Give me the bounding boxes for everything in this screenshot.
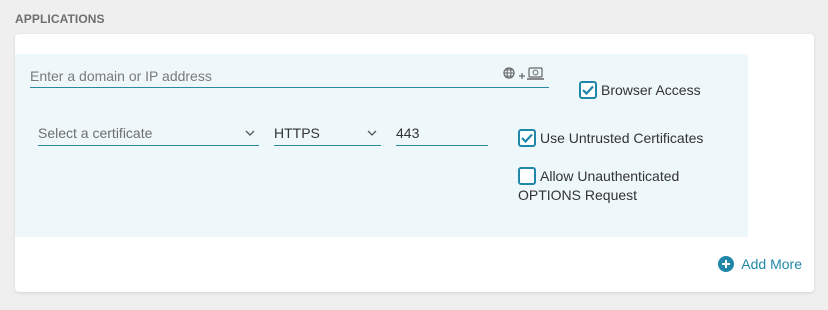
browser-access-label: Browser Access	[601, 82, 701, 98]
chevron-down-icon[interactable]	[367, 128, 377, 138]
untrusted-certs-label: Use Untrusted Certificates	[540, 130, 704, 146]
allow-options-label: Allow Unauthenticated OPTIONS Request	[518, 168, 680, 203]
add-circle-icon	[718, 256, 735, 272]
port-value[interactable]: 443	[396, 125, 419, 141]
chevron-down-icon[interactable]	[245, 128, 255, 138]
protocol-value: HTTPS	[274, 125, 320, 141]
globe-icon	[503, 67, 515, 79]
browser-access-checkbox-box[interactable]	[579, 81, 597, 99]
application-row: Browser Access Select a certificate HTTP…	[15, 54, 748, 237]
add-more-label: Add More	[741, 256, 802, 272]
allow-options-checkbox[interactable]: Allow Unauthenticated OPTIONS Request	[518, 167, 743, 205]
allow-options-checkbox-box[interactable]	[518, 167, 536, 185]
section-title: APPLICATIONS	[15, 12, 105, 26]
certificate-select[interactable]: Select a certificate	[38, 122, 259, 146]
browser-access-checkbox[interactable]: Browser Access	[579, 81, 701, 100]
port-field[interactable]: 443	[396, 122, 488, 146]
add-more-button[interactable]: Add More	[718, 256, 802, 272]
domain-field[interactable]	[30, 64, 549, 88]
protocol-select[interactable]: HTTPS	[274, 122, 381, 146]
plus-icon	[519, 73, 525, 79]
monitor-icon	[527, 67, 544, 80]
untrusted-certs-checkbox-box[interactable]	[518, 129, 536, 147]
checkmark-icon	[521, 133, 533, 143]
domain-type-icons[interactable]	[503, 66, 545, 82]
domain-input[interactable]	[30, 64, 549, 87]
certificate-placeholder: Select a certificate	[38, 125, 153, 141]
checkmark-icon	[582, 85, 594, 95]
applications-card: Browser Access Select a certificate HTTP…	[15, 34, 814, 292]
untrusted-certs-checkbox[interactable]: Use Untrusted Certificates	[518, 129, 703, 148]
